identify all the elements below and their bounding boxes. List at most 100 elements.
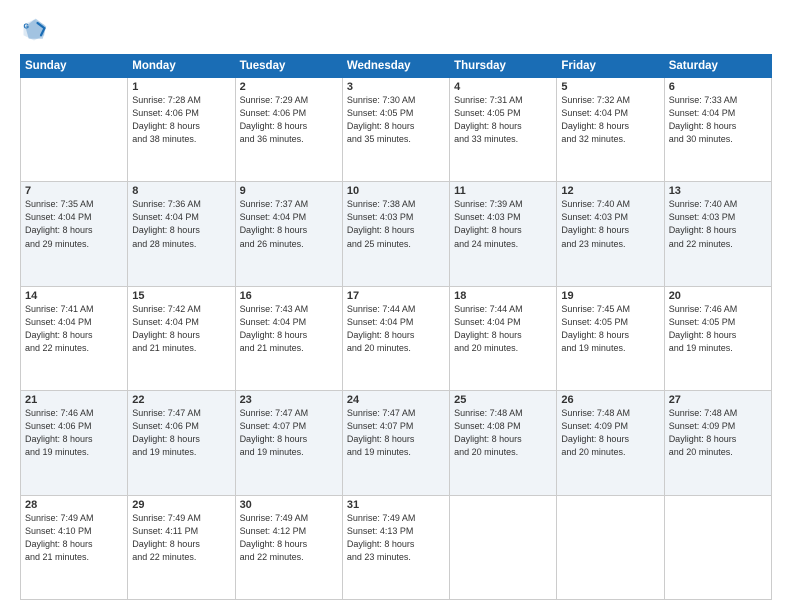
day-info: Sunrise: 7:38 AM Sunset: 4:03 PM Dayligh… [347, 198, 445, 250]
logo: G [20, 16, 52, 44]
calendar-cell: 3Sunrise: 7:30 AM Sunset: 4:05 PM Daylig… [342, 78, 449, 182]
day-info: Sunrise: 7:48 AM Sunset: 4:08 PM Dayligh… [454, 407, 552, 459]
day-info: Sunrise: 7:37 AM Sunset: 4:04 PM Dayligh… [240, 198, 338, 250]
day-info: Sunrise: 7:44 AM Sunset: 4:04 PM Dayligh… [347, 303, 445, 355]
calendar-cell: 5Sunrise: 7:32 AM Sunset: 4:04 PM Daylig… [557, 78, 664, 182]
day-info: Sunrise: 7:36 AM Sunset: 4:04 PM Dayligh… [132, 198, 230, 250]
day-info: Sunrise: 7:47 AM Sunset: 4:07 PM Dayligh… [347, 407, 445, 459]
calendar-cell: 15Sunrise: 7:42 AM Sunset: 4:04 PM Dayli… [128, 286, 235, 390]
calendar-cell: 23Sunrise: 7:47 AM Sunset: 4:07 PM Dayli… [235, 391, 342, 495]
weekday-header: Saturday [664, 55, 771, 78]
calendar-cell: 10Sunrise: 7:38 AM Sunset: 4:03 PM Dayli… [342, 182, 449, 286]
calendar-header-row: SundayMondayTuesdayWednesdayThursdayFrid… [21, 55, 772, 78]
day-info: Sunrise: 7:42 AM Sunset: 4:04 PM Dayligh… [132, 303, 230, 355]
day-number: 19 [561, 290, 659, 302]
calendar-cell: 16Sunrise: 7:43 AM Sunset: 4:04 PM Dayli… [235, 286, 342, 390]
day-info: Sunrise: 7:40 AM Sunset: 4:03 PM Dayligh… [669, 198, 767, 250]
page: G SundayMondayTuesdayWednesdayThursdayFr… [0, 0, 792, 612]
day-info: Sunrise: 7:30 AM Sunset: 4:05 PM Dayligh… [347, 94, 445, 146]
day-info: Sunrise: 7:45 AM Sunset: 4:05 PM Dayligh… [561, 303, 659, 355]
day-number: 16 [240, 290, 338, 302]
calendar-cell: 13Sunrise: 7:40 AM Sunset: 4:03 PM Dayli… [664, 182, 771, 286]
day-number: 2 [240, 81, 338, 93]
day-number: 3 [347, 81, 445, 93]
calendar-cell [450, 495, 557, 599]
calendar-cell: 18Sunrise: 7:44 AM Sunset: 4:04 PM Dayli… [450, 286, 557, 390]
day-number: 11 [454, 185, 552, 197]
calendar-cell: 11Sunrise: 7:39 AM Sunset: 4:03 PM Dayli… [450, 182, 557, 286]
day-number: 24 [347, 394, 445, 406]
day-number: 29 [132, 499, 230, 511]
day-info: Sunrise: 7:33 AM Sunset: 4:04 PM Dayligh… [669, 94, 767, 146]
day-info: Sunrise: 7:49 AM Sunset: 4:13 PM Dayligh… [347, 512, 445, 564]
calendar-week-row: 21Sunrise: 7:46 AM Sunset: 4:06 PM Dayli… [21, 391, 772, 495]
calendar-cell: 28Sunrise: 7:49 AM Sunset: 4:10 PM Dayli… [21, 495, 128, 599]
day-info: Sunrise: 7:46 AM Sunset: 4:06 PM Dayligh… [25, 407, 123, 459]
day-number: 25 [454, 394, 552, 406]
day-info: Sunrise: 7:39 AM Sunset: 4:03 PM Dayligh… [454, 198, 552, 250]
day-number: 15 [132, 290, 230, 302]
calendar-week-row: 28Sunrise: 7:49 AM Sunset: 4:10 PM Dayli… [21, 495, 772, 599]
day-number: 7 [25, 185, 123, 197]
calendar-cell: 19Sunrise: 7:45 AM Sunset: 4:05 PM Dayli… [557, 286, 664, 390]
day-info: Sunrise: 7:48 AM Sunset: 4:09 PM Dayligh… [561, 407, 659, 459]
calendar-cell: 20Sunrise: 7:46 AM Sunset: 4:05 PM Dayli… [664, 286, 771, 390]
day-number: 8 [132, 185, 230, 197]
day-info: Sunrise: 7:44 AM Sunset: 4:04 PM Dayligh… [454, 303, 552, 355]
calendar-cell [557, 495, 664, 599]
day-number: 4 [454, 81, 552, 93]
day-number: 20 [669, 290, 767, 302]
calendar-cell: 7Sunrise: 7:35 AM Sunset: 4:04 PM Daylig… [21, 182, 128, 286]
day-number: 17 [347, 290, 445, 302]
calendar-cell: 6Sunrise: 7:33 AM Sunset: 4:04 PM Daylig… [664, 78, 771, 182]
day-number: 31 [347, 499, 445, 511]
day-number: 5 [561, 81, 659, 93]
weekday-header: Thursday [450, 55, 557, 78]
calendar-cell: 2Sunrise: 7:29 AM Sunset: 4:06 PM Daylig… [235, 78, 342, 182]
day-number: 12 [561, 185, 659, 197]
calendar-cell [21, 78, 128, 182]
day-number: 14 [25, 290, 123, 302]
calendar-cell: 9Sunrise: 7:37 AM Sunset: 4:04 PM Daylig… [235, 182, 342, 286]
calendar-week-row: 14Sunrise: 7:41 AM Sunset: 4:04 PM Dayli… [21, 286, 772, 390]
calendar-week-row: 1Sunrise: 7:28 AM Sunset: 4:06 PM Daylig… [21, 78, 772, 182]
day-number: 27 [669, 394, 767, 406]
calendar-cell: 17Sunrise: 7:44 AM Sunset: 4:04 PM Dayli… [342, 286, 449, 390]
day-number: 26 [561, 394, 659, 406]
day-info: Sunrise: 7:46 AM Sunset: 4:05 PM Dayligh… [669, 303, 767, 355]
day-info: Sunrise: 7:35 AM Sunset: 4:04 PM Dayligh… [25, 198, 123, 250]
header: G [20, 16, 772, 44]
weekday-header: Sunday [21, 55, 128, 78]
day-number: 23 [240, 394, 338, 406]
day-number: 30 [240, 499, 338, 511]
calendar-cell: 21Sunrise: 7:46 AM Sunset: 4:06 PM Dayli… [21, 391, 128, 495]
day-info: Sunrise: 7:41 AM Sunset: 4:04 PM Dayligh… [25, 303, 123, 355]
day-number: 9 [240, 185, 338, 197]
day-info: Sunrise: 7:47 AM Sunset: 4:06 PM Dayligh… [132, 407, 230, 459]
calendar-cell: 27Sunrise: 7:48 AM Sunset: 4:09 PM Dayli… [664, 391, 771, 495]
day-number: 22 [132, 394, 230, 406]
calendar-cell: 1Sunrise: 7:28 AM Sunset: 4:06 PM Daylig… [128, 78, 235, 182]
day-info: Sunrise: 7:31 AM Sunset: 4:05 PM Dayligh… [454, 94, 552, 146]
weekday-header: Wednesday [342, 55, 449, 78]
weekday-header: Monday [128, 55, 235, 78]
calendar-cell: 25Sunrise: 7:48 AM Sunset: 4:08 PM Dayli… [450, 391, 557, 495]
day-info: Sunrise: 7:49 AM Sunset: 4:10 PM Dayligh… [25, 512, 123, 564]
calendar-table: SundayMondayTuesdayWednesdayThursdayFrid… [20, 54, 772, 600]
day-info: Sunrise: 7:32 AM Sunset: 4:04 PM Dayligh… [561, 94, 659, 146]
day-number: 10 [347, 185, 445, 197]
weekday-header: Tuesday [235, 55, 342, 78]
day-number: 6 [669, 81, 767, 93]
calendar-cell: 4Sunrise: 7:31 AM Sunset: 4:05 PM Daylig… [450, 78, 557, 182]
logo-icon: G [20, 16, 48, 44]
day-info: Sunrise: 7:40 AM Sunset: 4:03 PM Dayligh… [561, 198, 659, 250]
day-info: Sunrise: 7:28 AM Sunset: 4:06 PM Dayligh… [132, 94, 230, 146]
calendar-cell: 29Sunrise: 7:49 AM Sunset: 4:11 PM Dayli… [128, 495, 235, 599]
day-info: Sunrise: 7:29 AM Sunset: 4:06 PM Dayligh… [240, 94, 338, 146]
calendar-week-row: 7Sunrise: 7:35 AM Sunset: 4:04 PM Daylig… [21, 182, 772, 286]
calendar-cell: 22Sunrise: 7:47 AM Sunset: 4:06 PM Dayli… [128, 391, 235, 495]
calendar-cell: 31Sunrise: 7:49 AM Sunset: 4:13 PM Dayli… [342, 495, 449, 599]
calendar-cell: 24Sunrise: 7:47 AM Sunset: 4:07 PM Dayli… [342, 391, 449, 495]
day-info: Sunrise: 7:48 AM Sunset: 4:09 PM Dayligh… [669, 407, 767, 459]
calendar-cell [664, 495, 771, 599]
